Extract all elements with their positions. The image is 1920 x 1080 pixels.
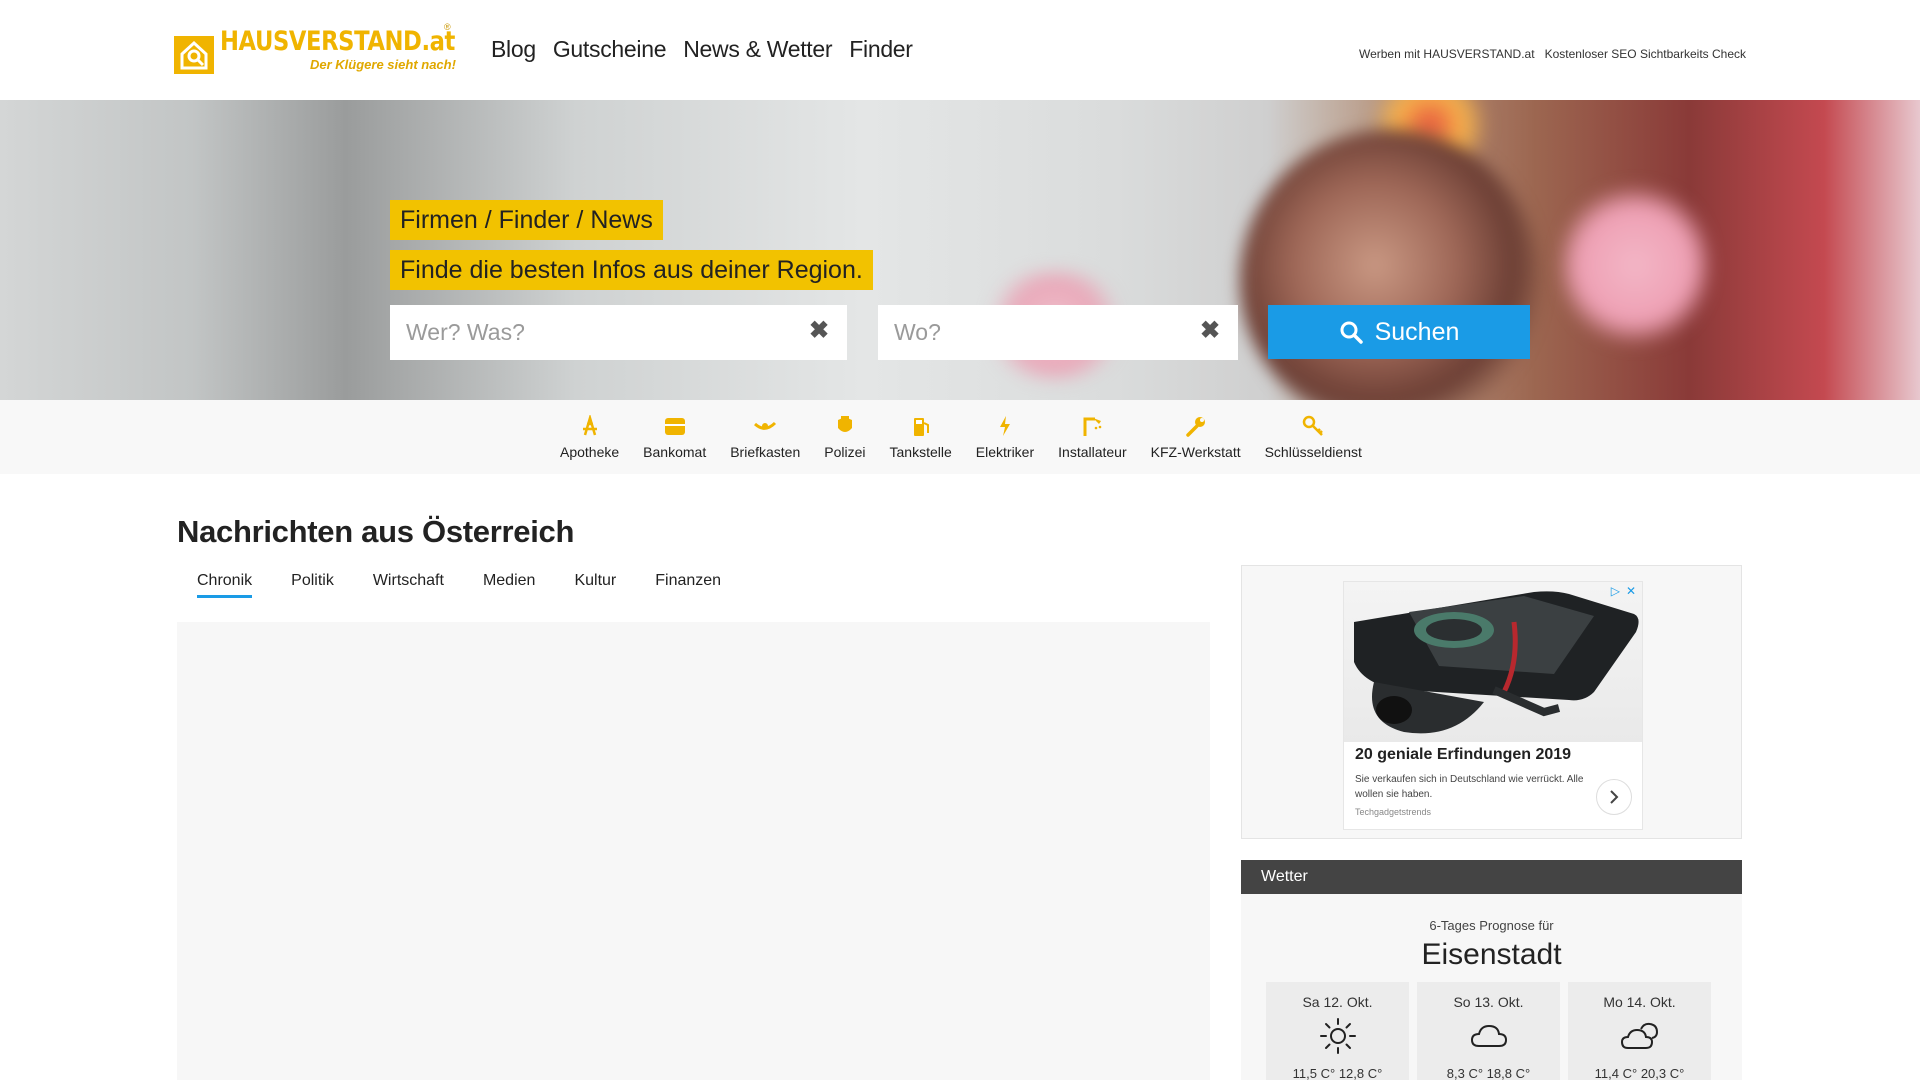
search-what-field: ✖	[390, 305, 847, 360]
search-where-input[interactable]	[878, 305, 1238, 360]
clear-where-icon[interactable]: ✖	[1198, 319, 1222, 343]
forecast-days: Sa 12. Okt. 11,5 C° 12,8 C° So 13. Okt. …	[1266, 982, 1711, 1080]
ad-title[interactable]: 20 geniale Erfindungen 2019	[1355, 746, 1571, 764]
ad-image	[1344, 582, 1642, 742]
ad-next-button[interactable]	[1596, 779, 1632, 815]
category-kfz-werkstatt[interactable]: KFZ-Werkstatt	[1139, 414, 1253, 460]
forecast-day: So 13. Okt. 8,3 C° 18,8 C°	[1417, 982, 1560, 1080]
search-what-input[interactable]	[390, 305, 847, 360]
day-name: Mo 14. Okt.	[1603, 994, 1676, 1010]
forecast-day: Sa 12. Okt. 11,5 C° 12,8 C°	[1266, 982, 1409, 1080]
forecast-label: 6-Tages Prognose für	[1429, 918, 1554, 933]
partly-cloudy-icon	[1620, 1022, 1658, 1049]
category-installateur[interactable]: Installateur	[1046, 414, 1138, 460]
tab-kultur[interactable]: Kultur	[574, 572, 616, 598]
ad-source: Techgadgetstrends	[1355, 807, 1432, 817]
search-where-field: ✖	[878, 305, 1238, 360]
category-list: Apotheke Bankomat Briefkasten Polizei Ta…	[548, 414, 1374, 460]
category-tankstelle[interactable]: Tankstelle	[878, 414, 964, 460]
category-label: Schlüsseldienst	[1264, 444, 1362, 460]
weather-city: Eisenstadt	[1421, 938, 1562, 971]
category-elektriker[interactable]: Elektriker	[964, 414, 1046, 460]
ad-container: ▷ ✕ 20 geniale Erfindungen 2019 Sie verk…	[1241, 565, 1742, 839]
news-content-panel	[177, 622, 1210, 1080]
ad-card[interactable]: ▷ ✕ 20 geniale Erfindungen 2019 Sie verk…	[1343, 581, 1643, 830]
lightning-icon	[993, 414, 1017, 438]
sun-icon	[1319, 1018, 1356, 1054]
site-logo[interactable]: HAUSVERSTAND.at ® Der Klügere sieht nach…	[174, 22, 456, 78]
adchoices-icon[interactable]: ▷	[1611, 584, 1620, 598]
category-apotheke[interactable]: Apotheke	[548, 414, 631, 460]
day-temperature: 8,3 C° 18,8 C°	[1446, 1066, 1531, 1080]
category-label: Apotheke	[560, 444, 620, 460]
people-photo	[1240, 130, 1540, 400]
news-section-title: Nachrichten aus Österreich	[177, 514, 575, 549]
main-nav: Blog Gutscheine News & Wetter Finder	[491, 36, 913, 63]
category-label: Elektriker	[975, 444, 1035, 460]
clear-what-icon[interactable]: ✖	[807, 319, 831, 343]
weather-header: Wetter	[1241, 860, 1742, 894]
weather-widget: Wetter 6-Tages Prognose für Eisenstadt S…	[1241, 860, 1742, 1080]
day-temperature: 11,4 C° 20,3 C°	[1594, 1066, 1685, 1080]
tab-medien[interactable]: Medien	[483, 572, 535, 598]
logo-text: HAUSVERSTAND.at	[220, 26, 455, 57]
nav-item-news-wetter[interactable]: News & Wetter	[683, 36, 832, 63]
shower-icon	[1080, 414, 1104, 438]
nav-item-finder[interactable]: Finder	[849, 36, 913, 63]
category-label: Briefkasten	[730, 444, 801, 460]
day-name: So 13. Okt.	[1453, 994, 1524, 1010]
registered-mark: ®	[444, 22, 451, 32]
ad-choices[interactable]: ▷ ✕	[1611, 584, 1636, 598]
advertise-link[interactable]: Werben mit HAUSVERSTAND.at	[1359, 47, 1535, 61]
top-links: Werben mit HAUSVERSTAND.at Kostenloser S…	[1359, 47, 1746, 61]
news-tabs: Chronik Politik Wirtschaft Medien Kultur…	[197, 572, 721, 598]
category-label: KFZ-Werkstatt	[1150, 444, 1241, 460]
tab-politik[interactable]: Politik	[291, 572, 334, 598]
wrench-icon	[1184, 414, 1208, 438]
cotton-candy-image	[1560, 180, 1710, 350]
atm-icon	[663, 414, 687, 438]
day-temperature: 11,5 C° 12,8 C°	[1292, 1066, 1383, 1080]
category-bankomat[interactable]: Bankomat	[631, 414, 718, 460]
nav-item-blog[interactable]: Blog	[491, 36, 536, 63]
nav-item-gutscheine[interactable]: Gutscheine	[553, 36, 667, 63]
forecast-day: Mo 14. Okt. 11,4 C° 20,3 C°	[1568, 982, 1711, 1080]
seo-check-link[interactable]: Kostenloser SEO Sichtbarkeits Check	[1545, 47, 1746, 61]
hero-banner: Firmen / Finder / News Finde die besten …	[0, 100, 1920, 400]
tab-wirtschaft[interactable]: Wirtschaft	[373, 572, 444, 598]
gadget-image	[1354, 591, 1639, 734]
category-label: Installateur	[1058, 444, 1127, 460]
logo-tagline: Der Klügere sieht nach!	[310, 57, 456, 72]
close-ad-icon[interactable]: ✕	[1626, 584, 1636, 598]
hero-subtitle: Finde die besten Infos aus deiner Region…	[390, 250, 873, 290]
tab-chronik[interactable]: Chronik	[197, 572, 253, 598]
pharmacy-icon	[578, 414, 602, 438]
search-button[interactable]: Suchen	[1268, 305, 1530, 359]
category-polizei[interactable]: Polizei	[812, 414, 877, 460]
post-horn-icon	[753, 414, 777, 438]
tab-finanzen[interactable]: Finanzen	[655, 572, 721, 598]
search-icon	[1340, 321, 1363, 344]
search-button-label: Suchen	[1374, 317, 1460, 346]
ad-description: Sie verkaufen sich in Deutschland wie ve…	[1355, 774, 1584, 800]
hero-title: Firmen / Finder / News	[390, 200, 663, 240]
key-icon	[1301, 414, 1325, 438]
chevron-right-icon	[1610, 790, 1619, 804]
category-briefkasten[interactable]: Briefkasten	[718, 414, 812, 460]
police-badge-icon	[833, 414, 857, 438]
category-bar: Apotheke Bankomat Briefkasten Polizei Ta…	[0, 400, 1920, 474]
category-label: Polizei	[824, 444, 866, 460]
site-header: HAUSVERSTAND.at ® Der Klügere sieht nach…	[0, 0, 1920, 100]
category-label: Tankstelle	[889, 444, 952, 460]
category-label: Bankomat	[643, 444, 707, 460]
cloud-icon	[1470, 1024, 1507, 1047]
fuel-pump-icon	[909, 414, 933, 438]
day-name: Sa 12. Okt.	[1302, 994, 1373, 1010]
house-logo-icon	[174, 36, 214, 74]
category-schluesseldienst[interactable]: Schlüsseldienst	[1253, 414, 1374, 460]
